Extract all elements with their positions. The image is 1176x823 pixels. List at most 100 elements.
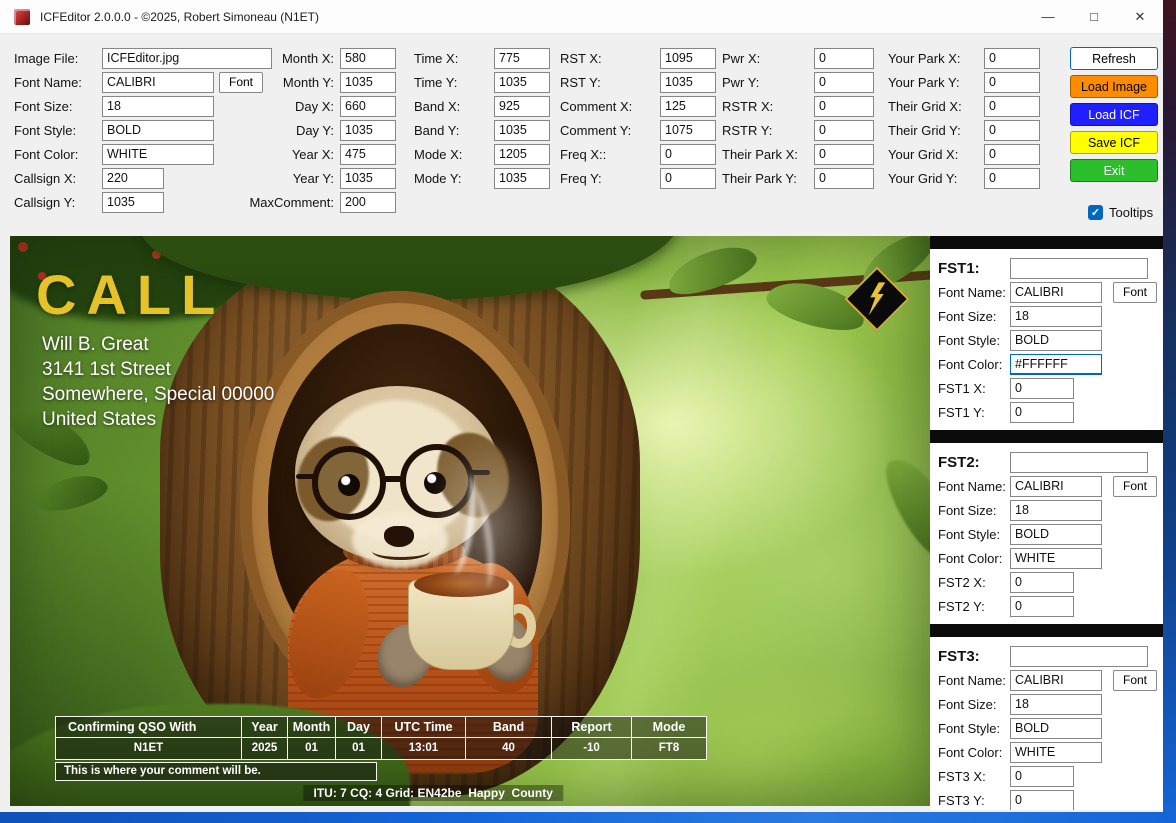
font-size-input[interactable] [102,96,214,117]
callsign-x-input[interactable] [102,168,164,189]
fst2-font-size-input[interactable] [1010,500,1102,521]
qsl-card-preview: CALL Will B. Great 3141 1st Street Somew… [10,236,930,806]
save-icf-button[interactable]: Save ICF [1070,131,1158,154]
rst-y-input[interactable] [660,72,716,93]
form-row: Their Grid X: [888,94,1040,118]
window-controls: — □ ✕ [1025,0,1163,33]
tooltips-checkbox[interactable]: ✓ [1088,205,1103,220]
arrl-diamond-logo [846,268,908,330]
freq-y-input[interactable] [660,168,716,189]
time-y-input[interactable] [494,72,550,93]
your-grid-y-input[interactable] [984,168,1040,189]
fst3-x-input[interactable] [1010,766,1074,787]
fst1-font-name-font-button[interactable]: Font [1113,282,1157,303]
form-row: Callsign X: [14,166,272,190]
comment-x-input[interactable] [660,96,716,117]
rstr-y-input[interactable] [814,120,874,141]
form-row: Callsign Y: [14,190,272,214]
fst-panel: FST1:Font Name:FontFont Size:Font Style:… [930,236,1163,810]
their-grid-x-input[interactable] [984,96,1040,117]
form-row: Pwr X: [722,46,874,70]
fst2-font-name-input[interactable] [1010,476,1102,497]
form-row: Their Park Y: [722,166,874,190]
mode-y-input[interactable] [494,168,550,189]
fst2-font-style-input[interactable] [1010,524,1102,545]
form-row: MaxComment: [240,190,396,214]
minimize-button[interactable]: — [1025,0,1071,33]
form-row: Your Grid X: [888,142,1040,166]
font-name-label: Font Name: [14,75,96,90]
fst3-font-color-input[interactable] [1010,742,1102,763]
pwr-x-input[interactable] [814,48,874,69]
fst2-font-color-label: Font Color: [938,551,1006,566]
year-x-input[interactable] [340,144,396,165]
month-y-label: Month Y: [240,75,334,90]
fst3-text-input[interactable] [1010,646,1148,667]
mode-x-label: Mode X: [414,147,488,162]
fst3-font-name-font-button[interactable]: Font [1113,670,1157,691]
font-name-input[interactable] [102,72,214,93]
their-grid-y-label: Their Grid Y: [888,123,978,138]
rstr-x-input[interactable] [814,96,874,117]
font-color-input[interactable] [102,144,214,165]
form-row: Font Name:Font [14,70,272,94]
lightning-bolt-icon [867,281,887,317]
qso-header-cell: Month [288,717,336,738]
time-y-label: Time Y: [414,75,488,90]
time-x-input[interactable] [494,48,550,69]
band-y-input[interactable] [494,120,550,141]
their-grid-y-input[interactable] [984,120,1040,141]
your-park-x-input[interactable] [984,48,1040,69]
their-park-y-input[interactable] [814,168,874,189]
font-style-input[interactable] [102,120,214,141]
your-grid-x-input[interactable] [984,144,1040,165]
fst-row: Font Name:Font [938,476,1157,496]
load-image-button[interactable]: Load Image [1070,75,1158,98]
band-x-input[interactable] [494,96,550,117]
day-x-input[interactable] [340,96,396,117]
comment-y-input[interactable] [660,120,716,141]
fst1-y-input[interactable] [1010,402,1074,423]
freq-x-input[interactable] [660,144,716,165]
max-comment-input[interactable] [340,192,396,213]
fst3-y-input[interactable] [1010,790,1074,811]
settings-form: RefreshLoad ImageLoad ICFSave ICFExit ✓ … [0,34,1163,236]
fst2-x-label: FST2 X: [938,575,1006,590]
fst3-font-style-label: Font Style: [938,721,1006,736]
year-y-input[interactable] [340,168,396,189]
fst3-font-size-input[interactable] [1010,694,1102,715]
month-x-input[interactable] [340,48,396,69]
callsign-y-input[interactable] [102,192,164,213]
form-row: RST Y: [560,70,716,94]
close-button[interactable]: ✕ [1117,0,1163,33]
fst1-font-color-input[interactable] [1010,354,1102,375]
fst3-font-style-input[interactable] [1010,718,1102,739]
fst3-font-name-input[interactable] [1010,670,1102,691]
fst2-font-color-input[interactable] [1010,548,1102,569]
maximize-button[interactable]: □ [1071,0,1117,33]
fst2-text-input[interactable] [1010,452,1148,473]
mode-x-input[interactable] [494,144,550,165]
refresh-button[interactable]: Refresh [1070,47,1158,70]
fst1-font-size-input[interactable] [1010,306,1102,327]
pwr-y-input[interactable] [814,72,874,93]
load-icf-button[interactable]: Load ICF [1070,103,1158,126]
fst1-x-input[interactable] [1010,378,1074,399]
fst2-font-name-font-button[interactable]: Font [1113,476,1157,497]
fst-row: FST2 X: [938,572,1157,592]
your-park-y-input[interactable] [984,72,1040,93]
desktop-edge-bottom [0,812,1163,823]
exit-button[interactable]: Exit [1070,159,1158,182]
day-y-input[interactable] [340,120,396,141]
fst2-x-input[interactable] [1010,572,1074,593]
form-row: Your Park Y: [888,70,1040,94]
fst2-y-input[interactable] [1010,596,1074,617]
fst1-font-style-input[interactable] [1010,330,1102,351]
month-y-input[interactable] [340,72,396,93]
fst1-font-name-input[interactable] [1010,282,1102,303]
their-park-x-input[interactable] [814,144,874,165]
fst-section-1: FST1:Font Name:FontFont Size:Font Style:… [930,249,1163,430]
fst1-text-input[interactable] [1010,258,1148,279]
rst-x-input[interactable] [660,48,716,69]
form-row: Their Grid Y: [888,118,1040,142]
